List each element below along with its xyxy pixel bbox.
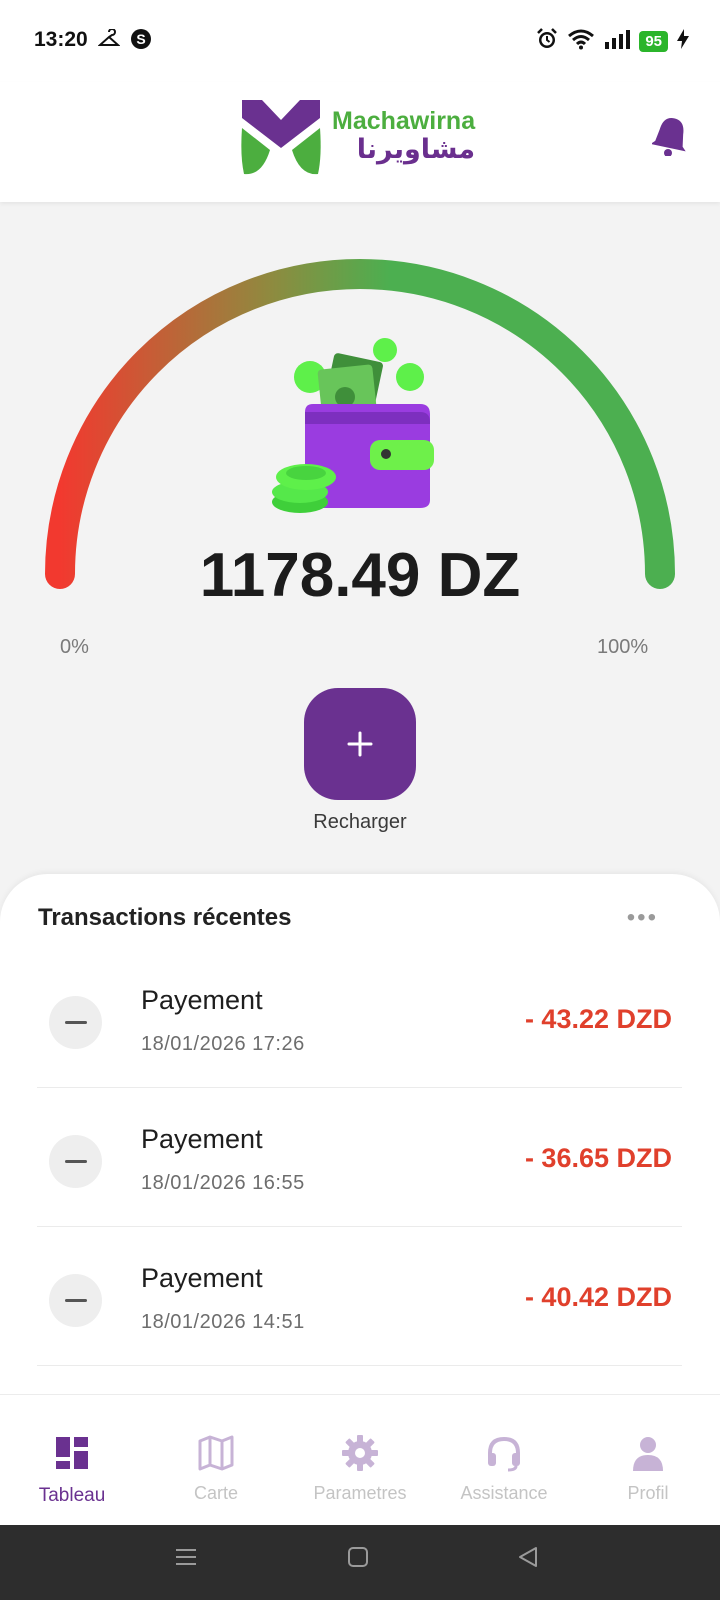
- recharge-button[interactable]: [304, 688, 416, 800]
- brand-name-arabic: مشاويرنا: [356, 134, 476, 165]
- transaction-amount: - 43.22 DZD: [524, 1004, 672, 1034]
- wallet-with-cash-icon: [272, 338, 434, 513]
- transaction-label: Payement: [141, 985, 263, 1015]
- recharge-label: Recharger: [313, 811, 407, 833]
- alarm-icon: [535, 27, 559, 56]
- dashboard-icon: [56, 1437, 88, 1469]
- transaction-amount: - 40.42 DZD: [524, 1282, 672, 1312]
- plus-icon: [347, 731, 373, 757]
- gauge-min-label: 0%: [60, 636, 89, 658]
- nav-label-parametres: Parametres: [313, 1483, 407, 1503]
- minus-icon: [49, 1274, 102, 1327]
- system-navigation-bar: [0, 1525, 720, 1600]
- gear-icon: [342, 1435, 378, 1471]
- more-options-icon[interactable]: •••: [627, 904, 658, 932]
- minus-icon: [49, 1135, 102, 1188]
- bottom-navigation: Tableau Carte Parametres Assistance Prof…: [0, 1394, 720, 1525]
- brand-name-latin: Machawirna: [332, 107, 476, 135]
- transaction-date: 18/01/2026 16:55: [141, 1172, 305, 1194]
- nav-item-tableau[interactable]: Tableau: [0, 1395, 144, 1526]
- nav-item-assistance[interactable]: Assistance: [432, 1395, 576, 1526]
- menu-icon[interactable]: [174, 1545, 198, 1574]
- transaction-row[interactable]: Payement 18/01/2026 16:55 - 36.65 DZD: [37, 1095, 682, 1227]
- status-right-icons: 95: [535, 27, 690, 56]
- svg-text:S: S: [136, 31, 145, 47]
- transaction-date: 18/01/2026 17:26: [141, 1033, 305, 1055]
- nav-label-tableau: Tableau: [38, 1485, 106, 1506]
- nav-label-assistance: Assistance: [460, 1483, 548, 1503]
- nav-item-parametres[interactable]: Parametres: [288, 1395, 432, 1526]
- app-header: Machawirna مشاويرنا: [0, 82, 720, 202]
- transaction-label: Payement: [141, 1263, 263, 1293]
- battery-icon: 95: [639, 31, 668, 52]
- map-icon: [198, 1435, 234, 1471]
- status-left-icons: S: [97, 28, 152, 55]
- nav-item-carte[interactable]: Carte: [144, 1395, 288, 1526]
- wifi-icon: [567, 28, 595, 55]
- back-icon[interactable]: [516, 1545, 540, 1574]
- headset-icon: [488, 1436, 520, 1472]
- notification-button[interactable]: [650, 114, 690, 161]
- transaction-label: Payement: [141, 1124, 263, 1154]
- brand-mark-icon: [241, 100, 321, 175]
- transaction-row[interactable]: Payement 18/01/2026 17:26 - 43.22 DZD: [37, 956, 682, 1088]
- transactions-title: Transactions récentes: [38, 904, 292, 931]
- brand-logo: Machawirna مشاويرنا: [240, 96, 475, 176]
- bell-icon: [650, 118, 686, 157]
- status-time: 13:20: [34, 28, 88, 51]
- transaction-date: 18/01/2026 14:51: [141, 1311, 305, 1333]
- wallet-balance: 1178.49 DZ: [199, 541, 521, 610]
- nav-label-profil: Profil: [627, 1483, 669, 1503]
- transaction-amount: - 36.65 DZD: [524, 1143, 672, 1173]
- recent-transactions-card: Transactions récentes ••• Payement 18/01…: [0, 874, 720, 1394]
- nav-label-carte: Carte: [193, 1483, 238, 1503]
- gauge-max-label: 100%: [597, 636, 649, 658]
- status-bar: 13:20 S 95: [0, 0, 720, 82]
- person-icon: [633, 1437, 663, 1471]
- charging-icon: [676, 28, 690, 55]
- hanger-icon: [97, 28, 121, 54]
- signal-icon: [603, 28, 631, 55]
- transaction-row[interactable]: Payement 18/01/2026 14:51 - 40.42 DZD: [37, 1234, 682, 1366]
- minus-icon: [49, 996, 102, 1049]
- nav-item-profil[interactable]: Profil: [576, 1395, 720, 1526]
- s-badge-icon: S: [130, 28, 152, 55]
- home-icon[interactable]: [346, 1545, 370, 1574]
